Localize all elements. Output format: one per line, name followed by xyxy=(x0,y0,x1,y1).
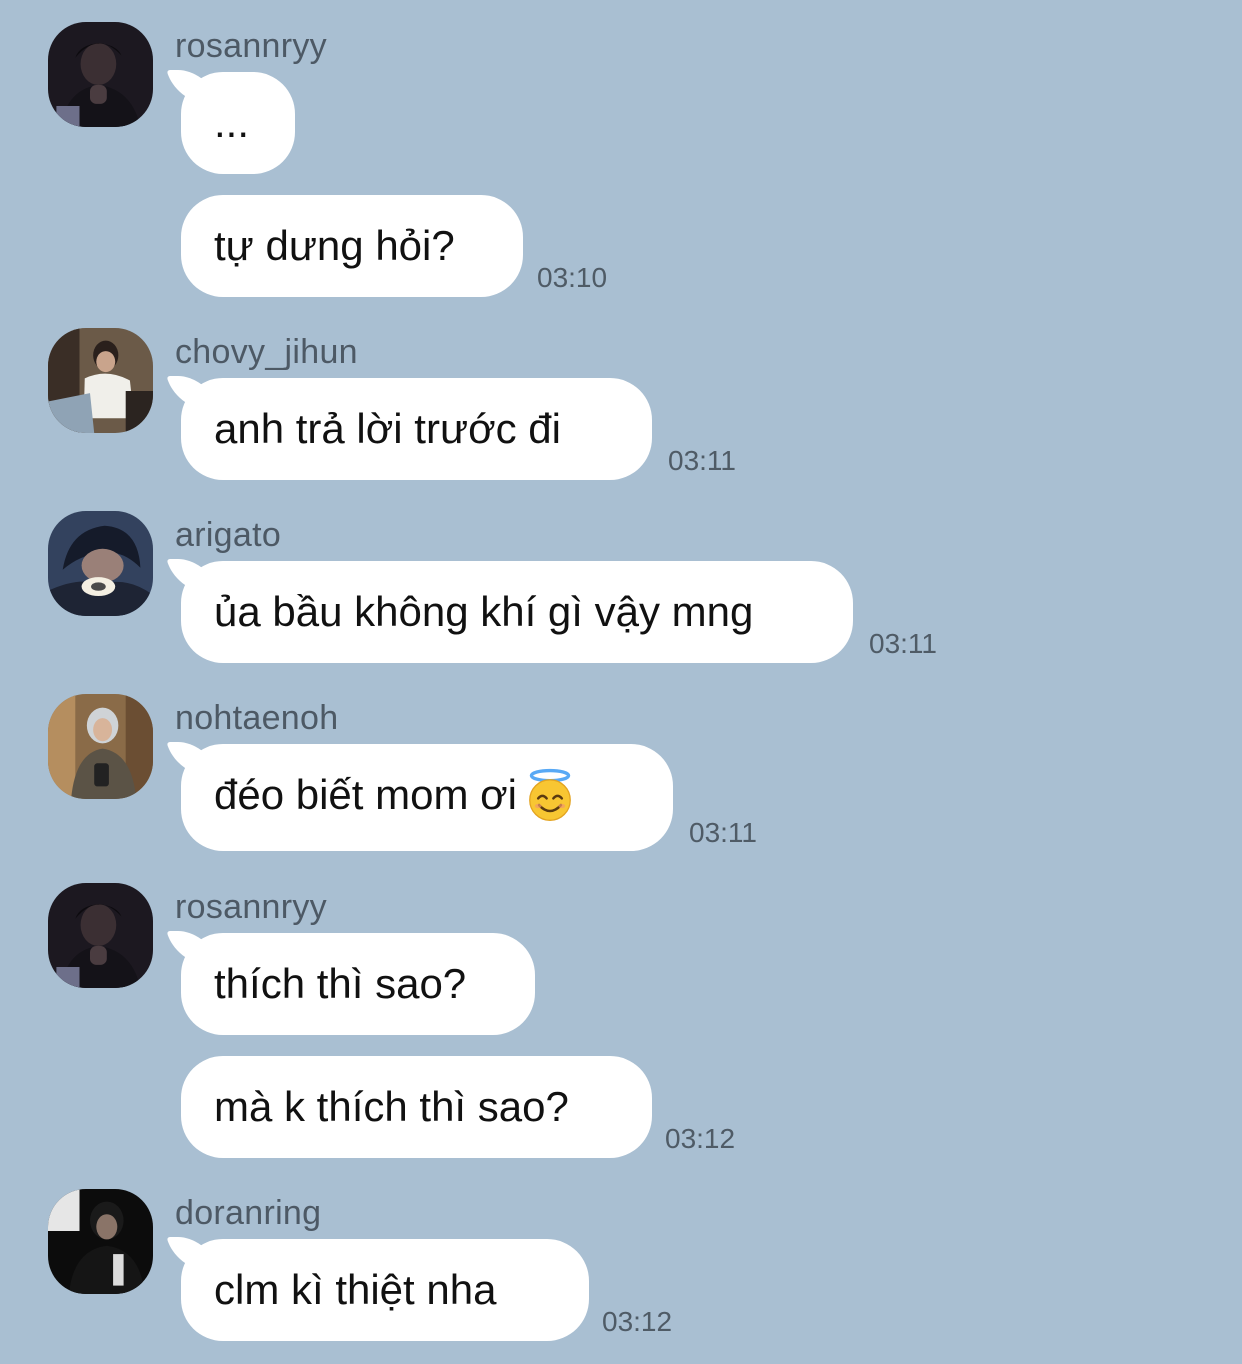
message-text: đéo biết mom ơi xyxy=(214,768,577,825)
message-text: anh trả lời trước đi xyxy=(214,405,561,452)
message-bubble[interactable]: tự dưng hỏi? xyxy=(181,195,523,297)
message-text: tự dưng hỏi? xyxy=(214,222,455,269)
message-timestamp: 03:12 xyxy=(665,1123,736,1154)
message-text: thích thì sao? xyxy=(214,960,467,1007)
avatar-photo-icon xyxy=(48,328,153,433)
message-text: ủa bầu không khí gì vậy mng xyxy=(214,588,754,635)
message-timestamp: 03:11 xyxy=(869,628,937,659)
avatar[interactable] xyxy=(48,22,153,127)
smiling-face-with-halo-icon xyxy=(529,768,571,821)
message-text: ... xyxy=(214,99,250,146)
message-bubble[interactable]: clm kì thiệt nha xyxy=(181,1239,589,1341)
message-text: clm kì thiệt nha xyxy=(214,1266,497,1313)
message-bubble[interactable]: thích thì sao? xyxy=(181,933,535,1035)
message-text: mà k thích thì sao? xyxy=(214,1083,569,1130)
message-bubble[interactable]: ... xyxy=(181,72,295,174)
message-timestamp: 03:12 xyxy=(602,1306,673,1337)
message-bubble[interactable]: ủa bầu không khí gì vậy mng xyxy=(181,561,853,663)
message-bubble[interactable]: mà k thích thì sao? xyxy=(181,1056,652,1158)
sender-name: doranring xyxy=(175,1194,322,1232)
message-text-content: đéo biết mom ơi xyxy=(214,770,518,818)
sender-name: arigato xyxy=(175,516,282,554)
message-timestamp: 03:11 xyxy=(689,817,757,848)
avatar-photo-icon xyxy=(48,694,153,799)
sender-name: nohtaenoh xyxy=(175,699,339,737)
sender-name: rosannryy xyxy=(175,27,327,65)
avatar-photo-icon xyxy=(48,22,153,127)
sender-name: rosannryy xyxy=(175,888,327,926)
avatar[interactable] xyxy=(48,511,153,616)
avatar-photo-icon xyxy=(48,883,153,988)
message-bubble[interactable]: anh trả lời trước đi xyxy=(181,378,652,480)
avatar[interactable] xyxy=(48,328,153,433)
avatar[interactable] xyxy=(48,1189,153,1294)
avatar-photo-icon xyxy=(48,1189,153,1294)
avatar[interactable] xyxy=(48,694,153,799)
sender-name: chovy_jihun xyxy=(175,333,358,371)
message-timestamp: 03:10 xyxy=(537,262,608,293)
message-timestamp: 03:11 xyxy=(668,445,736,476)
message-bubble[interactable]: đéo biết mom ơi xyxy=(181,744,673,851)
avatar[interactable] xyxy=(48,883,153,988)
avatar-photo-icon xyxy=(48,511,153,616)
